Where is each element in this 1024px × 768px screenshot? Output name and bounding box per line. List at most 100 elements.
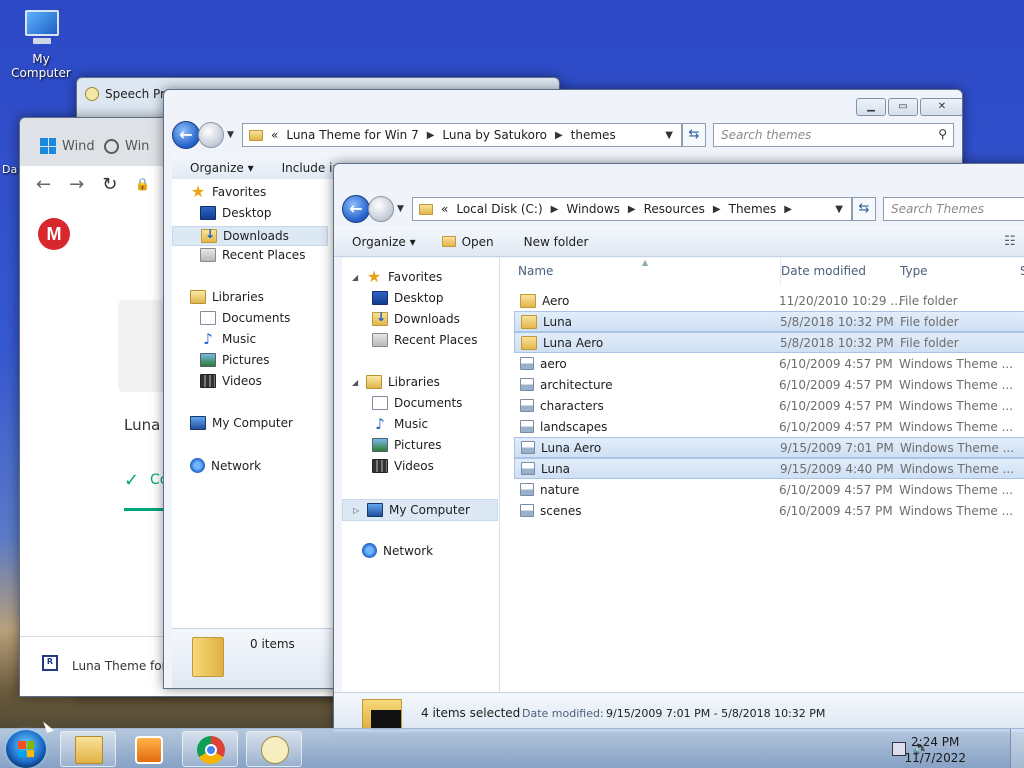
address-bar[interactable]: « Luna Theme for Win 7 ▶ Luna by Satukor…	[242, 123, 682, 147]
back-arrow-icon[interactable]: ←	[36, 174, 51, 195]
breadcrumb-overflow[interactable]: «	[441, 202, 448, 216]
file-type: Windows Theme ...	[899, 377, 1014, 392]
music-icon: ♪	[375, 415, 385, 433]
star-icon: ★	[366, 267, 382, 286]
tab-windows[interactable]: Wind	[32, 126, 96, 166]
file-type: Windows Theme ...	[899, 482, 1014, 497]
desktop-icon-my-computer[interactable]: My Computer	[2, 8, 80, 80]
taskbar-media-player[interactable]	[120, 731, 176, 767]
nav-downloads[interactable]: Downloads	[372, 310, 460, 326]
column-header-type[interactable]: Type	[900, 258, 928, 284]
view-options-icon[interactable]: ☷	[1004, 234, 1016, 249]
forward-arrow-icon[interactable]: →	[69, 174, 84, 195]
nav-network[interactable]: Network	[190, 458, 261, 473]
folder-icon	[521, 314, 537, 329]
clock-time: 2:24 PM	[911, 735, 960, 749]
file-row[interactable]: Luna Aero 9/15/2009 7:01 PM Windows Theme …	[514, 437, 1024, 458]
file-date: 11/20/2010 10:29 ...	[779, 293, 902, 308]
nav-videos[interactable]: Videos	[372, 459, 434, 473]
clock[interactable]: 2:24 PM 11/7/2022	[904, 734, 966, 766]
search-input[interactable]: Search themes ⚲	[713, 123, 954, 147]
breadcrumb-item[interactable]: Local Disk (C:)	[456, 202, 542, 216]
forward-button[interactable]	[368, 196, 394, 222]
desktop-icon	[200, 206, 216, 220]
organize-button[interactable]: Organize ▾	[352, 235, 416, 249]
column-header-date[interactable]: Date modified	[780, 258, 866, 284]
file-row[interactable]: architecture 6/10/2009 4:57 PM Windows The…	[514, 374, 1024, 395]
nav-network[interactable]: Network	[362, 543, 433, 558]
taskbar-explorer[interactable]	[60, 731, 116, 767]
mega-logo[interactable]: M	[38, 218, 70, 250]
nav-pictures[interactable]: Pictures	[372, 438, 442, 452]
file-row[interactable]: nature 6/10/2009 4:57 PM Windows Theme ...	[514, 479, 1024, 500]
breadcrumb-item[interactable]: Windows	[566, 202, 620, 216]
nav-videos[interactable]: Videos	[200, 374, 262, 388]
breadcrumb-item[interactable]: Themes	[729, 202, 777, 216]
recent-places-icon	[372, 333, 388, 347]
back-button[interactable]: ←	[342, 195, 370, 223]
nav-desktop[interactable]: Desktop	[372, 291, 444, 305]
windows-flag-icon	[18, 741, 34, 757]
organize-button[interactable]: Organize ▾	[190, 161, 254, 175]
reload-icon[interactable]: ↻	[102, 174, 117, 195]
file-row[interactable]: Luna 9/15/2009 4:40 PM Windows Theme ...	[514, 458, 1024, 479]
address-bar[interactable]: « Local Disk (C:) ▶ Windows ▶ Resources …	[412, 197, 852, 221]
themes-explorer-window[interactable]: ← ▼ « Local Disk (C:) ▶ Windows ▶ Resour…	[333, 163, 1024, 733]
breadcrumb-item[interactable]: Luna Theme for Win 7	[286, 128, 418, 142]
back-button[interactable]: ←	[172, 121, 200, 149]
file-row[interactable]: aero 6/10/2009 4:57 PM Windows Theme ...	[514, 353, 1024, 374]
address-dropdown-icon[interactable]: ▼	[665, 130, 673, 141]
nav-my-computer[interactable]: My Computer	[190, 416, 293, 430]
column-header-size[interactable]: S	[1020, 258, 1024, 284]
taskbar-chrome[interactable]	[182, 731, 238, 767]
nav-recent-places[interactable]: Recent Places	[372, 333, 477, 347]
history-dropdown[interactable]: ▼	[397, 204, 404, 214]
file-type: File folder	[900, 314, 959, 329]
nav-favorites[interactable]: ◢ ★ Favorites	[352, 267, 442, 286]
nav-libraries[interactable]: ◢ Libraries	[352, 375, 440, 389]
nav-libraries[interactable]: Libraries	[190, 290, 264, 304]
file-row[interactable]: characters 6/10/2009 4:57 PM Windows Theme…	[514, 395, 1024, 416]
history-dropdown[interactable]: ▼	[227, 130, 234, 140]
maximize-button[interactable]: ▭	[888, 98, 918, 116]
file-name: characters	[520, 399, 604, 413]
file-row[interactable]: Luna Aero 5/8/2018 10:32 PM File folder	[514, 332, 1024, 353]
nav-music[interactable]: ♪ Music	[372, 415, 428, 433]
file-row[interactable]: Aero 11/20/2010 10:29 ... File folder	[514, 290, 1024, 311]
start-button[interactable]	[6, 730, 46, 768]
open-button[interactable]: Open	[441, 235, 494, 249]
column-header-name[interactable]: Name	[518, 258, 553, 284]
new-folder-button[interactable]: New folder	[524, 235, 589, 249]
nav-documents[interactable]: Documents	[372, 396, 462, 410]
file-row[interactable]: Luna 5/8/2018 10:32 PM File folder	[514, 311, 1024, 332]
nav-pictures[interactable]: Pictures	[200, 353, 270, 367]
nav-recent-places[interactable]: Recent Places	[200, 248, 305, 262]
nav-desktop[interactable]: Desktop	[200, 206, 272, 220]
nav-favorites[interactable]: ★ Favorites	[190, 184, 266, 200]
include-in-library-button[interactable]: Include in	[282, 161, 340, 175]
file-row[interactable]: landscapes 6/10/2009 4:57 PM Windows Theme…	[514, 416, 1024, 437]
breadcrumb-item[interactable]: themes	[571, 128, 616, 142]
breadcrumb-item[interactable]: Luna by Satukoro	[442, 128, 547, 142]
show-desktop-button[interactable]	[1010, 729, 1024, 768]
address-dropdown-icon[interactable]: ▼	[835, 204, 843, 215]
forward-button[interactable]	[198, 122, 224, 148]
open-folder-icon	[441, 236, 456, 247]
refresh-button[interactable]: ⇆	[852, 197, 876, 221]
nav-my-computer[interactable]: ▷ My Computer	[342, 499, 498, 521]
nav-documents[interactable]: Documents	[200, 311, 290, 325]
search-input[interactable]: Search Themes	[883, 197, 1024, 221]
file-row[interactable]: scenes 6/10/2009 4:57 PM Windows Theme ...	[514, 500, 1024, 521]
taskbar-speech[interactable]	[246, 731, 302, 767]
lock-icon[interactable]: 🔒	[135, 177, 150, 191]
tab-web[interactable]: Win	[96, 126, 160, 166]
close-button[interactable]: ✕	[920, 98, 962, 116]
nav-music[interactable]: ♪ Music	[200, 332, 256, 347]
refresh-button[interactable]: ⇆	[682, 123, 706, 147]
nav-downloads[interactable]: Downloads	[172, 226, 328, 246]
breadcrumb-overflow[interactable]: «	[271, 128, 278, 142]
download-item[interactable]: Luna Theme for	[72, 659, 167, 673]
windows-logo-icon	[40, 138, 56, 154]
minimize-button[interactable]: ▁	[856, 98, 886, 116]
breadcrumb-item[interactable]: Resources	[644, 202, 705, 216]
